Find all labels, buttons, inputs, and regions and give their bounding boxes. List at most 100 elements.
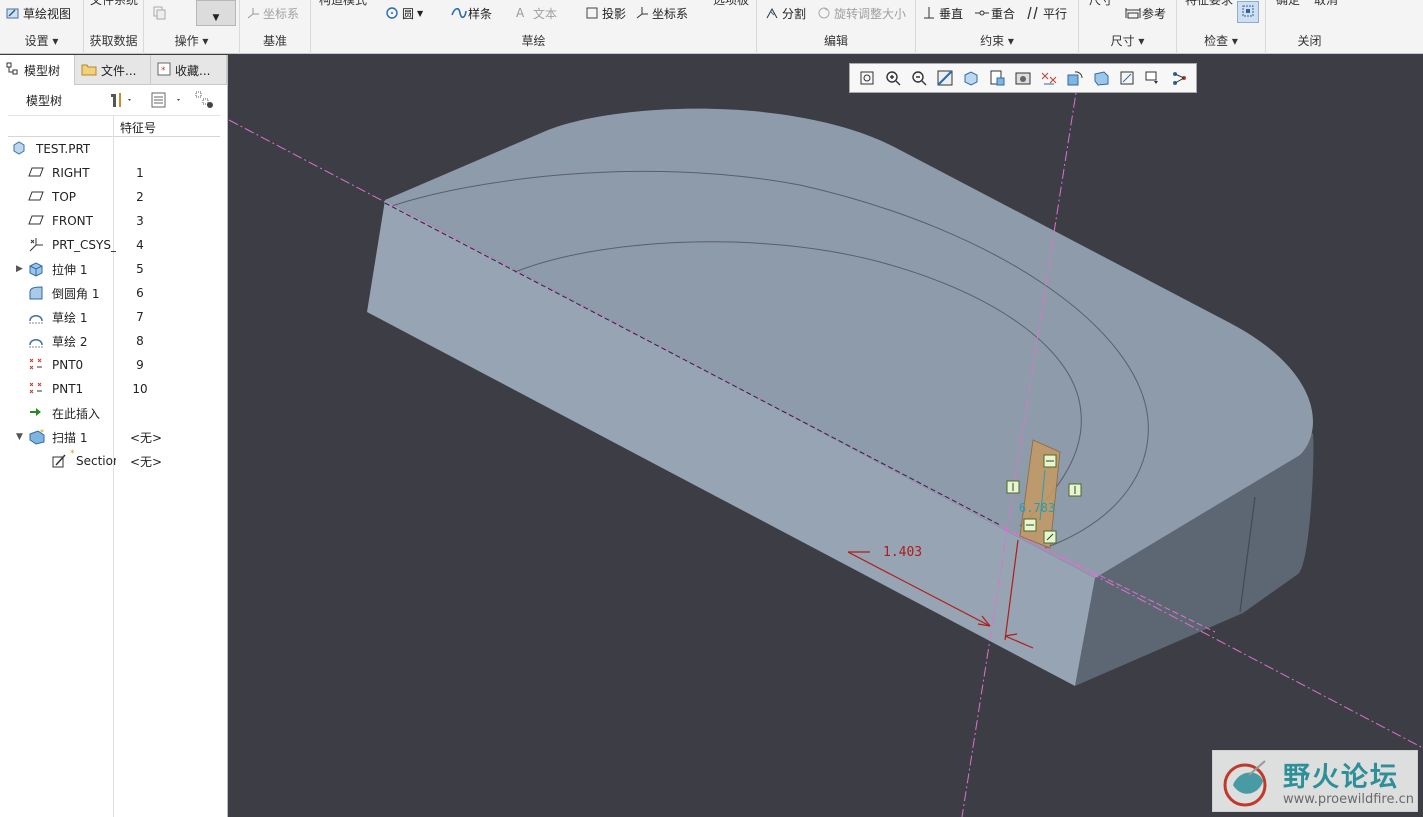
repaint-button[interactable]	[934, 68, 955, 89]
dim-text-long[interactable]: 1.403	[883, 545, 922, 560]
show-list-icon[interactable]	[151, 91, 185, 112]
tree-item-feature-id: 10	[132, 382, 148, 396]
datum-plane-icon	[28, 213, 44, 229]
tree-item-feature-id: 4	[136, 238, 144, 252]
coincident-constraint-button[interactable]: 重合	[974, 4, 1015, 22]
text-button[interactable]: A 文本	[516, 4, 557, 22]
vertical-constraint-button[interactable]: 垂直	[922, 4, 963, 22]
sweep-icon: *	[28, 428, 45, 445]
constraint-marker-vertical-left[interactable]	[1006, 480, 1020, 494]
spline-button[interactable]: 样条	[451, 4, 492, 22]
tree-item-label: 拉伸 1	[52, 262, 88, 277]
reference-dim-button[interactable]: 参考	[1125, 4, 1166, 22]
tree-item-part-row[interactable]: TEST.PRT	[8, 137, 220, 161]
collapse-arrow-icon[interactable]: ▼	[16, 432, 23, 442]
file-system-button[interactable]: 文件系统	[90, 0, 138, 8]
copy-button[interactable]	[152, 4, 166, 22]
sketch-view-orient-button[interactable]	[1116, 68, 1137, 89]
project-icon	[585, 6, 599, 20]
display-style-button[interactable]	[986, 68, 1007, 89]
tree-item-label: TOP	[52, 190, 77, 204]
sketch-view-button[interactable]: 草绘视图	[6, 4, 71, 22]
rotate-resize-button[interactable]: 旋转调整大小	[817, 4, 906, 22]
construction-mode-button[interactable]: 构造模式	[319, 0, 367, 8]
tree-item-section-row[interactable]: *Section <无>	[8, 449, 220, 473]
constraint-marker-corner[interactable]	[1043, 530, 1057, 544]
tree-item-label: PNT1	[52, 382, 84, 396]
tree-item-sketch2-row[interactable]: 草绘 2 8	[8, 329, 220, 353]
graphics-viewport[interactable]: 6.783 1.403	[229, 55, 1423, 817]
zoom-in-button[interactable]	[882, 68, 903, 89]
insert-here-icon	[28, 405, 44, 421]
project-button[interactable]: 投影	[585, 4, 626, 22]
datum-display-button[interactable]	[1038, 68, 1059, 89]
dimension-button[interactable]: 尺寸	[1089, 0, 1113, 8]
group-label-operations[interactable]: 操作 ▾	[144, 32, 239, 49]
tree-item-feature-id: <无>	[130, 454, 163, 469]
tab-folder-browser[interactable]: 文件...	[75, 55, 151, 85]
select-button[interactable]: ▼	[196, 0, 236, 26]
group-label-constrain[interactable]: 约束 ▾	[916, 32, 1078, 49]
group-label-setup[interactable]: 设置 ▾	[0, 32, 83, 49]
tab-favorites[interactable]: * 收藏...	[151, 55, 227, 85]
tree-column-header: 特征号	[8, 115, 220, 137]
tree-item-extrude-row[interactable]: ▶ 拉伸 1 5	[8, 257, 220, 281]
group-label-dimension[interactable]: 尺寸 ▾	[1079, 32, 1176, 49]
datum-plane-icon	[28, 165, 44, 181]
tree-item-label: TEST.PRT	[36, 142, 91, 156]
tree-item-sketch1-row[interactable]: 草绘 1 7	[8, 305, 220, 329]
constraint-marker-horizontal-bottom[interactable]	[1023, 518, 1037, 532]
constraint-marker-horizontal-top[interactable]	[1043, 454, 1057, 468]
tree-item-front-plane-row[interactable]: FRONT 3	[8, 209, 220, 233]
tab-model-tree[interactable]: 模型树	[0, 55, 75, 85]
parallel-constraint-button[interactable]: 平行	[1026, 4, 1067, 22]
palette-button[interactable]: 选项板	[713, 0, 749, 8]
feature-requirements-button[interactable]: 特征要求	[1185, 0, 1233, 8]
coincident-icon	[974, 6, 989, 20]
tree-item-pnt0-row[interactable]: PNT0 9	[8, 353, 220, 377]
zoom-out-button[interactable]	[908, 68, 929, 89]
sketch-icon	[28, 333, 44, 349]
text-icon: A	[516, 6, 525, 20]
round-icon	[28, 285, 44, 301]
sketcher-display-filter-button[interactable]	[1142, 68, 1163, 89]
datum-display-icon	[1041, 72, 1056, 85]
circle-button[interactable]: 圆 ▼	[385, 4, 423, 22]
expand-arrow-icon[interactable]: ▶	[16, 264, 23, 274]
tree-item-pnt1-row[interactable]: PNT1 10	[8, 377, 220, 401]
spin-center-button[interactable]	[1064, 68, 1085, 89]
tree-item-sweep-row[interactable]: ▼ * 扫描 1 <无>	[8, 425, 220, 449]
tree-item-insert-here-row[interactable]: 在此插入	[8, 401, 220, 425]
settings-tools-icon[interactable]	[108, 91, 134, 112]
column-header-feature-id[interactable]: 特征号	[120, 119, 156, 136]
perspective-button[interactable]	[1090, 68, 1111, 89]
ok-button[interactable]: 确定	[1276, 0, 1300, 8]
panel-tabs: 模型树 文件... * 收藏...	[0, 55, 227, 85]
cancel-button[interactable]: 取消	[1314, 0, 1338, 8]
filter-tree-icon[interactable]	[195, 91, 215, 112]
model-canvas[interactable]: 6.783 1.403	[229, 55, 1423, 817]
group-label-inspect[interactable]: 检查 ▾	[1177, 32, 1265, 49]
constraint-marker-vertical-right[interactable]	[1068, 483, 1082, 497]
dim-text-short[interactable]: 6.783	[1019, 501, 1055, 515]
tree-item-feature-id: 8	[136, 334, 144, 348]
divide-button[interactable]: 分割	[765, 4, 806, 22]
group-datum: 坐标系 基准	[240, 0, 311, 54]
tree-item-feature-id: <无>	[130, 430, 163, 445]
named-views-button[interactable]	[1012, 68, 1033, 89]
vertical-icon	[922, 6, 936, 20]
tree-item-round-row[interactable]: 倒圆角 1 6	[8, 281, 220, 305]
group-sketch: 构造模式 选项板 圆 ▼ 样条 A 文本 投影 坐标系 草绘	[311, 0, 757, 54]
datum-csys-button[interactable]: 坐标系	[246, 4, 299, 22]
display-style-icon	[990, 70, 1004, 86]
tree-item-right-plane-row[interactable]: RIGHT 1	[8, 161, 220, 185]
saved-orientations-button[interactable]	[960, 68, 981, 89]
tree-item-top-plane-row[interactable]: TOP 2	[8, 185, 220, 209]
datum-flip-button[interactable]	[1168, 68, 1189, 89]
refit-button[interactable]	[856, 68, 877, 89]
tree-item-csys-row[interactable]: PRT_CSYS_ 4	[8, 233, 220, 257]
group-get-data: 文件系统 获取数据	[84, 0, 144, 54]
highlight-toggle-button[interactable]	[1237, 1, 1259, 23]
repaint-icon	[936, 70, 953, 86]
sketch-csys-button[interactable]: 坐标系	[635, 4, 688, 22]
